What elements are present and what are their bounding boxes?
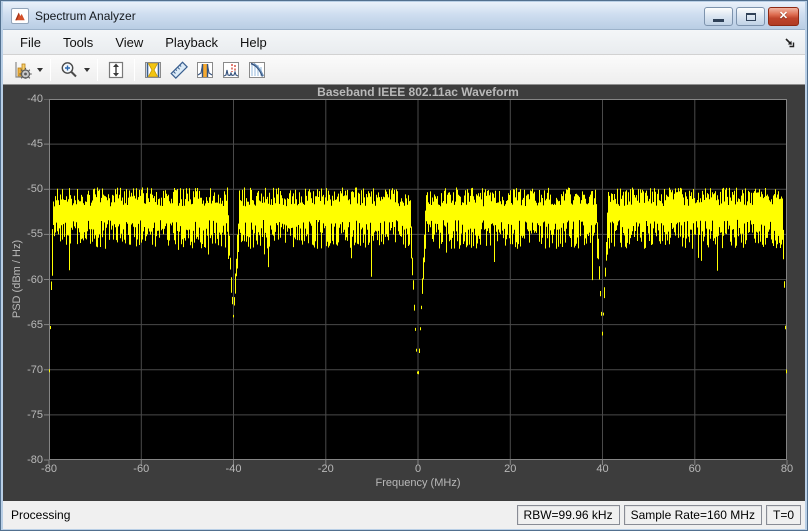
- y-tick-label: -70: [27, 363, 43, 376]
- channel-measurements-button[interactable]: [192, 58, 218, 82]
- spectrum-plot[interactable]: [44, 99, 792, 466]
- x-tick-label: 60: [688, 463, 701, 475]
- configuration-properties-dropdown[interactable]: [35, 58, 45, 82]
- x-tick-label: -40: [225, 463, 242, 475]
- menu-view[interactable]: View: [104, 31, 154, 54]
- close-button[interactable]: ✕: [768, 7, 799, 26]
- y-tick-label: -50: [27, 183, 43, 196]
- x-tick-label: -20: [317, 463, 334, 475]
- channel-measurements-icon: [197, 61, 213, 78]
- y-tick-label: -80: [27, 454, 43, 466]
- dropdown-caret-icon: [37, 67, 43, 72]
- sample-rate-readout: Sample Rate=160 MHz: [623, 505, 762, 525]
- cursor-measurements-button[interactable]: [140, 58, 166, 82]
- x-tick-label: 20: [504, 463, 517, 475]
- zoom-button[interactable]: [56, 58, 82, 82]
- configuration-properties-icon: [15, 61, 32, 79]
- time-readout: T=0: [765, 505, 801, 525]
- x-tick-label: -60: [133, 463, 150, 475]
- plot-title: Baseband IEEE 802.11ac Waveform: [317, 85, 519, 99]
- dropdown-caret-icon: [84, 67, 90, 72]
- distortion-measurements-button[interactable]: [218, 58, 244, 82]
- figure-area: Baseband IEEE 802.11ac Waveform PSD (dBm…: [3, 85, 805, 501]
- y-tick-label: -65: [27, 318, 43, 331]
- matlab-logo-icon: [11, 7, 29, 24]
- rbw-readout: RBW=99.96 kHz: [516, 505, 620, 525]
- peak-finder-icon: [170, 60, 188, 79]
- status-bar: Processing RBW=99.96 kHz Sample Rate=160…: [3, 501, 805, 529]
- peak-finder-button[interactable]: [166, 58, 192, 82]
- configuration-properties-button[interactable]: [9, 58, 35, 82]
- menu-tools[interactable]: Tools: [52, 31, 104, 54]
- distortion-measurements-icon: [223, 61, 239, 78]
- y-tick-label: -45: [27, 138, 43, 151]
- y-tick-label: -55: [27, 228, 43, 241]
- scale-y-axis-icon: [108, 61, 124, 78]
- menu-help[interactable]: Help: [229, 31, 278, 54]
- dock-arrow-icon[interactable]: [781, 34, 797, 50]
- x-tick-label: 40: [596, 463, 609, 475]
- ccdf-measurements-button[interactable]: [244, 58, 270, 82]
- y-tick-label: -75: [27, 408, 43, 421]
- cursor-measurements-icon: [145, 61, 161, 78]
- menu-file[interactable]: File: [9, 31, 52, 54]
- toolbar: [3, 55, 805, 85]
- status-message: Processing: [11, 508, 71, 522]
- toolbar-separator: [50, 58, 51, 81]
- scale-y-axis-button[interactable]: [103, 58, 129, 82]
- maximize-button[interactable]: [736, 7, 765, 26]
- minimize-button[interactable]: [704, 7, 733, 26]
- x-axis-label: Frequency (MHz): [375, 477, 461, 489]
- toolbar-separator: [97, 58, 98, 81]
- x-tick-label: 0: [414, 463, 422, 475]
- title-bar[interactable]: Spectrum Analyzer ✕: [3, 2, 805, 30]
- spectrum-analyzer-window: Spectrum Analyzer ✕ File Tools View Play…: [0, 0, 808, 531]
- y-tick-label: -60: [27, 273, 43, 286]
- zoom-dropdown[interactable]: [82, 58, 92, 82]
- zoom-in-icon: [61, 61, 77, 77]
- menu-playback[interactable]: Playback: [154, 31, 229, 54]
- close-icon: ✕: [778, 10, 789, 22]
- toolbar-separator: [134, 58, 135, 81]
- maximize-icon: [745, 12, 756, 21]
- y-tick-label: -40: [27, 93, 43, 105]
- x-tick-label: 80: [780, 463, 794, 475]
- window-title: Spectrum Analyzer: [35, 8, 136, 23]
- menu-bar: File Tools View Playback Help: [3, 30, 805, 55]
- ccdf-measurements-icon: [249, 61, 265, 78]
- minimize-icon: [713, 19, 724, 22]
